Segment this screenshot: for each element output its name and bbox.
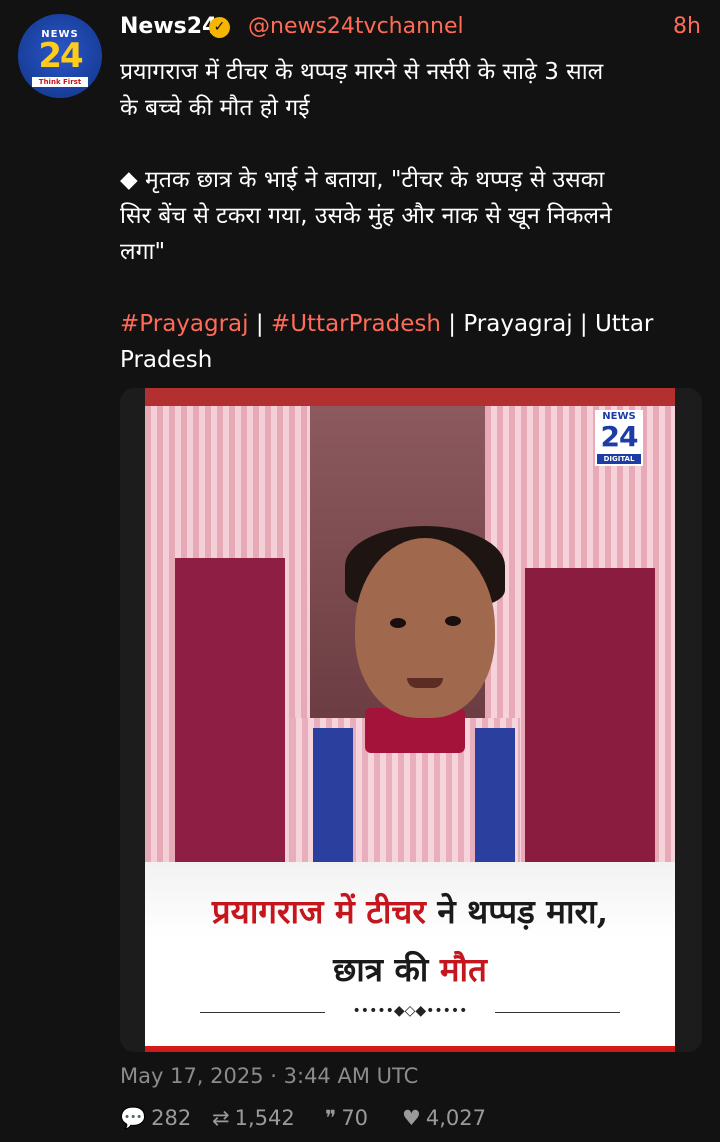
photo-mouth <box>407 678 443 688</box>
heart-icon: ♥ <box>402 1106 421 1130</box>
quote-count: 70 <box>341 1106 369 1130</box>
quote-button[interactable]: ❞ 70 <box>325 1106 368 1130</box>
quote-icon: ❞ <box>325 1106 337 1130</box>
tweet-hashtags-line: #Prayagraj | #UttarPradesh | Prayagraj |… <box>120 306 705 342</box>
tweet-text-line: लगा" <box>120 239 166 265</box>
tweet-header: News24 ✓ @news24tvchannel 8h <box>120 14 705 46</box>
like-button[interactable]: ♥ 4,027 <box>402 1106 486 1130</box>
avatar-text-number: 24 <box>38 36 83 76</box>
hashtag-prayagraj[interactable]: #Prayagraj <box>120 311 249 337</box>
retweet-icon: ⇄ <box>212 1106 230 1130</box>
headline-line-1: प्रयागराज में टीचर ने थप्पड़ मारा, <box>145 888 675 933</box>
tweet-text-line: सिर बेंच से टकरा गया, उसके मुंह और नाक स… <box>120 203 612 229</box>
author-name[interactable]: News24 <box>120 14 217 39</box>
reply-button[interactable]: 💬 282 <box>120 1106 191 1131</box>
tweet-text-line: Pradesh <box>120 347 213 373</box>
tweet-text-line: के बच्चे की मौत हो गई <box>120 95 310 121</box>
divider <box>495 1012 620 1013</box>
comment-icon: 💬 <box>120 1106 147 1130</box>
photo-torn-edge <box>145 388 675 406</box>
tweet-media[interactable]: NEWS 24 DIGITAL प्रयागराज में टीचर ने थप… <box>120 388 702 1052</box>
tweet-date[interactable]: May 17, 2025 · 3:44 AM UTC <box>120 1064 418 1088</box>
photo-eye <box>390 618 406 628</box>
news24-digital-logo: NEWS 24 DIGITAL <box>595 410 643 466</box>
verified-icon: ✓ <box>209 17 230 38</box>
photo-uniform-right <box>525 568 655 878</box>
hashtag-uttarpradesh[interactable]: #UttarPradesh <box>271 311 441 337</box>
banner-red-bar <box>145 1046 675 1052</box>
tweet-time[interactable]: 8h <box>673 14 701 39</box>
headline-banner: प्रयागराज में टीचर ने थप्पड़ मारा, छात्र… <box>145 862 675 1052</box>
tweet-text-line: प्रयागराज में टीचर के थप्पड़ मारने से नर… <box>120 59 604 85</box>
photo-face <box>355 538 495 718</box>
tweet-text-line: ◆ मृतक छात्र के भाई ने बताया, "टीचर के थ… <box>120 167 605 193</box>
news-photo: NEWS 24 DIGITAL प्रयागराज में टीचर ने थप… <box>145 388 675 1052</box>
headline-red-text: प्रयागराज में टीचर <box>211 892 426 931</box>
separator: | <box>248 311 271 337</box>
headline-black-text: छात्र की <box>333 950 440 989</box>
author-handle[interactable]: @news24tvchannel <box>248 14 464 39</box>
tweet-text-rest: | Prayagraj | Uttar <box>440 311 654 337</box>
avatar-tagline: Think First <box>32 77 88 87</box>
ornament: •••••◆◇◆••••• <box>352 1003 468 1019</box>
headline-line-2: छात्र की मौत <box>145 946 675 991</box>
logo-text-number: 24 <box>600 420 639 453</box>
retweet-button[interactable]: ⇄ 1,542 <box>212 1106 295 1130</box>
reply-count: 282 <box>151 1106 192 1130</box>
headline-black-text: ने थप्पड़ मारा, <box>425 892 609 931</box>
like-count: 4,027 <box>425 1106 486 1130</box>
divider <box>200 1012 325 1013</box>
avatar[interactable]: NEWS 24 Think First <box>18 14 102 98</box>
tweet-stats: 💬 282 ⇄ 1,542 ❞ 70 ♥ 4,027 <box>120 1106 680 1136</box>
logo-text-bottom: DIGITAL <box>597 454 641 464</box>
retweet-count: 1,542 <box>234 1106 295 1130</box>
photo-eye <box>445 616 461 626</box>
headline-red-text: मौत <box>439 950 487 989</box>
photo-uniform-left <box>175 558 285 878</box>
